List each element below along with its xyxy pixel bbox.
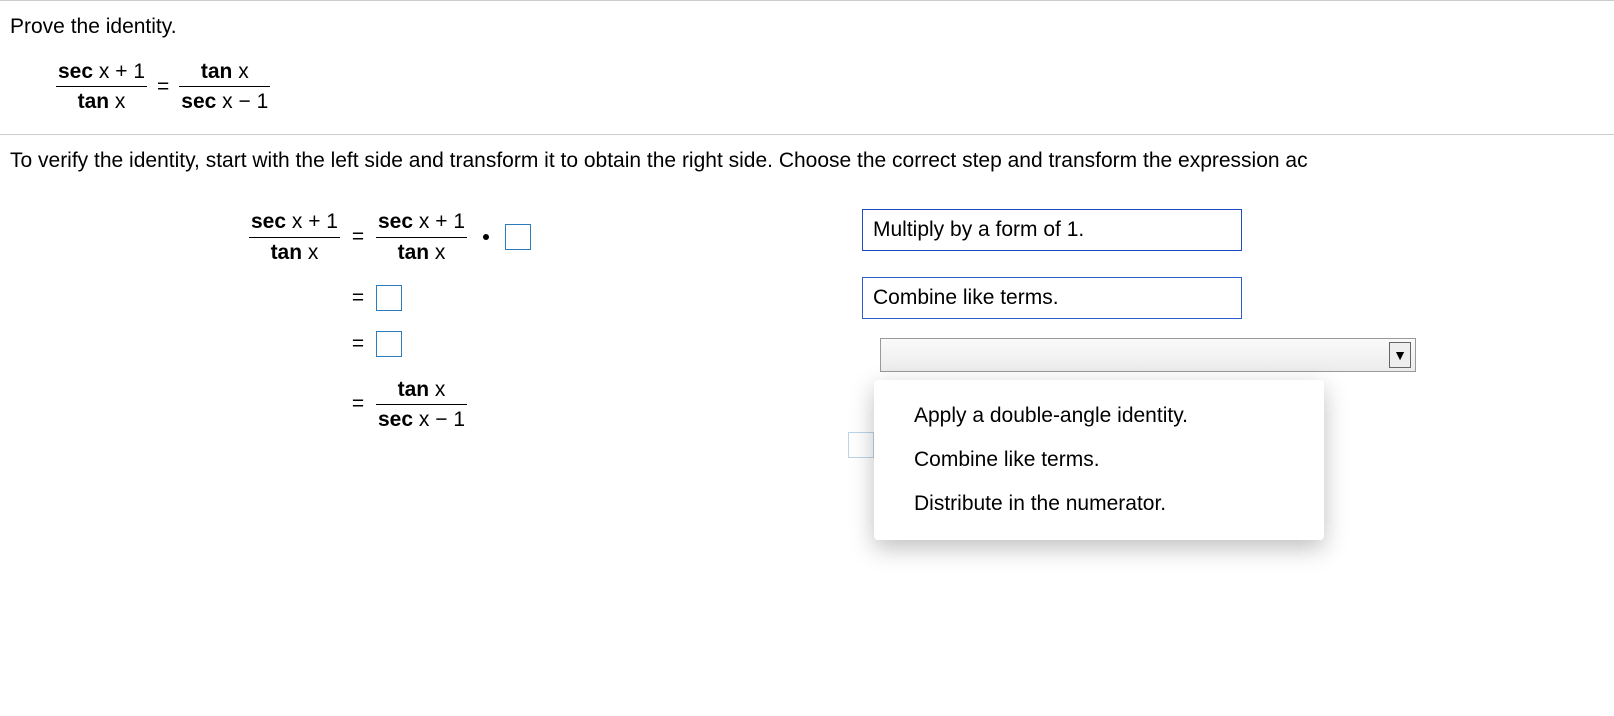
chevron-down-icon[interactable]: ▼	[1389, 342, 1411, 368]
equals-sign: =	[348, 286, 368, 310]
multiplier-input[interactable]	[505, 224, 531, 250]
step2-input[interactable]	[376, 285, 402, 311]
step3-input[interactable]	[376, 331, 402, 357]
dropdown-head[interactable]: ▼	[880, 338, 1416, 372]
step1-left-fraction: sec x + 1 tan x	[249, 209, 340, 264]
rule-step3-dropdown[interactable]: ▼ Apply a double-angle identity. Combine…	[880, 338, 1416, 540]
rule-step2-label: Combine like terms.	[873, 286, 1059, 310]
dropdown-option[interactable]: Distribute in the numerator.	[874, 482, 1324, 526]
rule-step2[interactable]: Combine like terms.	[862, 277, 1242, 319]
rule-step1[interactable]: Multiply by a form of 1.	[862, 209, 1242, 251]
step4-right-fraction: tan x sec x − 1	[376, 377, 467, 432]
problem-prompt: Prove the identity.	[10, 15, 1604, 39]
dropdown-option[interactable]: Apply a double-angle identity.	[874, 394, 1324, 438]
equals-sign: =	[157, 75, 169, 99]
equals-sign: =	[348, 225, 368, 249]
identity-equation: sec x + 1 tan x = tan x sec x − 1	[10, 59, 1604, 114]
dropdown-panel: Apply a double-angle identity. Combine l…	[874, 380, 1324, 540]
step1-right-fraction: sec x + 1 tan x	[376, 209, 467, 264]
multiply-dot-icon	[483, 234, 489, 240]
rule-step1-label: Multiply by a form of 1.	[873, 218, 1084, 242]
identity-right-fraction: tan x sec x − 1	[179, 59, 270, 114]
equals-sign: =	[348, 392, 368, 416]
step4-rule-input[interactable]	[848, 432, 874, 458]
work-section: To verify the identity, start with the l…	[0, 135, 1614, 582]
dropdown-option[interactable]: Combine like terms.	[874, 438, 1324, 482]
equals-sign: =	[348, 332, 368, 356]
problem-section: Prove the identity. sec x + 1 tan x = ta…	[0, 1, 1614, 134]
instruction-text: To verify the identity, start with the l…	[10, 149, 1604, 173]
identity-left-fraction: sec x + 1 tan x	[56, 59, 147, 114]
